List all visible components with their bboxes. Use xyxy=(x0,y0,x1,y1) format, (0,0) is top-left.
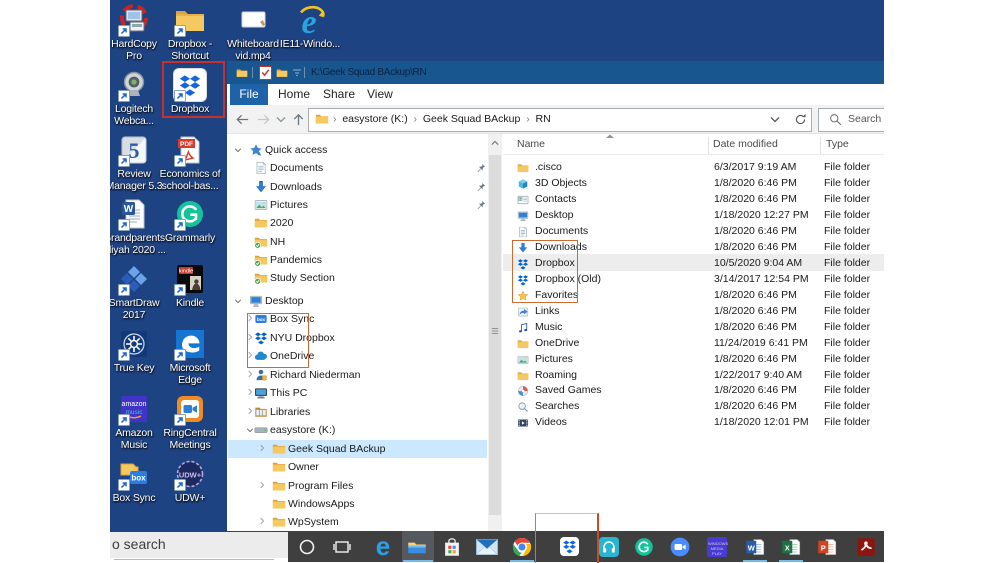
svg-text:W: W xyxy=(748,543,756,552)
svg-text:amazon: amazon xyxy=(122,401,147,408)
svg-text:e: e xyxy=(376,536,390,558)
svg-text:kindle: kindle xyxy=(179,269,193,275)
svg-text:PDF: PDF xyxy=(180,141,193,148)
svg-text:X: X xyxy=(785,543,790,552)
svg-text:box: box xyxy=(131,474,146,483)
svg-text:P: P xyxy=(821,543,826,552)
svg-text:W: W xyxy=(124,204,134,215)
